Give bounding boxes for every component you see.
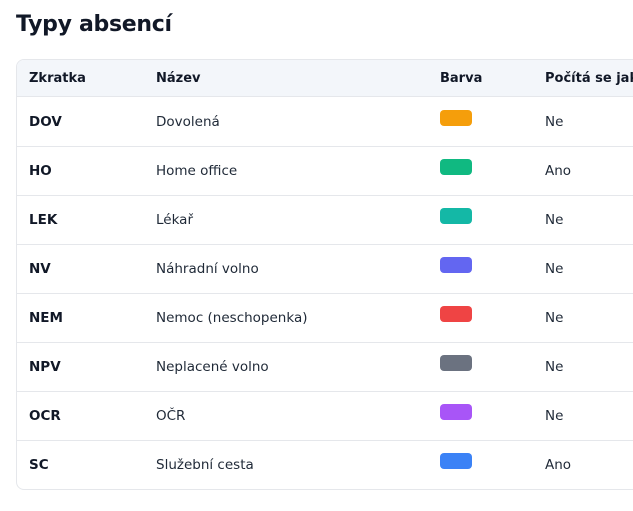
absence-name: Home office [156, 163, 238, 179]
absence-name: Služební cesta [156, 457, 254, 473]
color-swatch [440, 306, 472, 322]
table-row[interactable]: DOV Dovolená Ne [17, 97, 633, 146]
absence-types-table: Zkratka Název Barva Počítá se jako DOV Do… [16, 59, 633, 490]
absence-counts-as: Ne [545, 113, 564, 130]
color-swatch [440, 159, 472, 175]
absence-name: Lékař [156, 212, 193, 228]
absence-counts-as: Ano [545, 163, 572, 179]
table-row[interactable]: NV Náhradní volno Ne [17, 244, 633, 293]
absence-color-cell [440, 441, 472, 489]
column-header-name[interactable]: Název [156, 60, 201, 96]
absence-code: LEK [29, 212, 58, 228]
absence-name: Dovolená [156, 113, 220, 130]
color-swatch [440, 109, 472, 126]
absence-code: NEM [29, 310, 63, 326]
table-body: DOV Dovolená Ne HO Home office Ano LEK Lékař Ne N… [17, 97, 633, 489]
table-header-row: Zkratka Název Barva Počítá se jako [17, 60, 633, 97]
absence-name: Nemoc (neschopenka) [156, 310, 308, 326]
table-row[interactable]: OCR OČR Ne [17, 391, 633, 440]
color-swatch [440, 404, 472, 420]
color-swatch [440, 208, 472, 224]
absence-name: Náhradní volno [156, 261, 259, 277]
absence-counts-as: Ne [545, 212, 564, 228]
absence-name: OČR [156, 408, 186, 424]
absence-code: DOV [29, 113, 62, 130]
absence-counts-as: Ano [545, 457, 572, 473]
color-swatch [440, 257, 472, 273]
table-row[interactable]: LEK Lékař Ne [17, 195, 633, 244]
absence-counts-as: Ne [545, 310, 564, 326]
table-row[interactable]: NEM Nemoc (neschopenka) Ne [17, 293, 633, 342]
absence-counts-as: Ne [545, 261, 564, 277]
absence-code: SC [29, 457, 49, 473]
color-swatch [440, 355, 472, 371]
absence-counts-as: Ne [545, 408, 564, 424]
absence-color-cell [440, 343, 472, 391]
absence-color-cell [440, 97, 472, 146]
table-row[interactable]: NPV Neplacené volno Ne [17, 342, 633, 391]
color-swatch [440, 453, 472, 469]
absence-code: OCR [29, 408, 61, 424]
absence-color-cell [440, 392, 472, 440]
absence-code: NPV [29, 359, 61, 375]
page-title: Typy absencí [16, 12, 172, 37]
column-header-code[interactable]: Zkratka [29, 60, 86, 96]
absence-counts-as: Ne [545, 359, 564, 375]
absence-name: Neplacené volno [156, 359, 269, 375]
column-header-counts-as[interactable]: Počítá se jako [545, 60, 633, 96]
absence-code: NV [29, 261, 51, 277]
absence-color-cell [440, 147, 472, 195]
absence-color-cell [440, 245, 472, 293]
absence-color-cell [440, 294, 472, 342]
column-header-color[interactable]: Barva [440, 60, 482, 96]
absence-color-cell [440, 196, 472, 244]
absence-code: HO [29, 163, 52, 179]
table-row[interactable]: SC Služební cesta Ano [17, 440, 633, 489]
table-row[interactable]: HO Home office Ano [17, 146, 633, 195]
